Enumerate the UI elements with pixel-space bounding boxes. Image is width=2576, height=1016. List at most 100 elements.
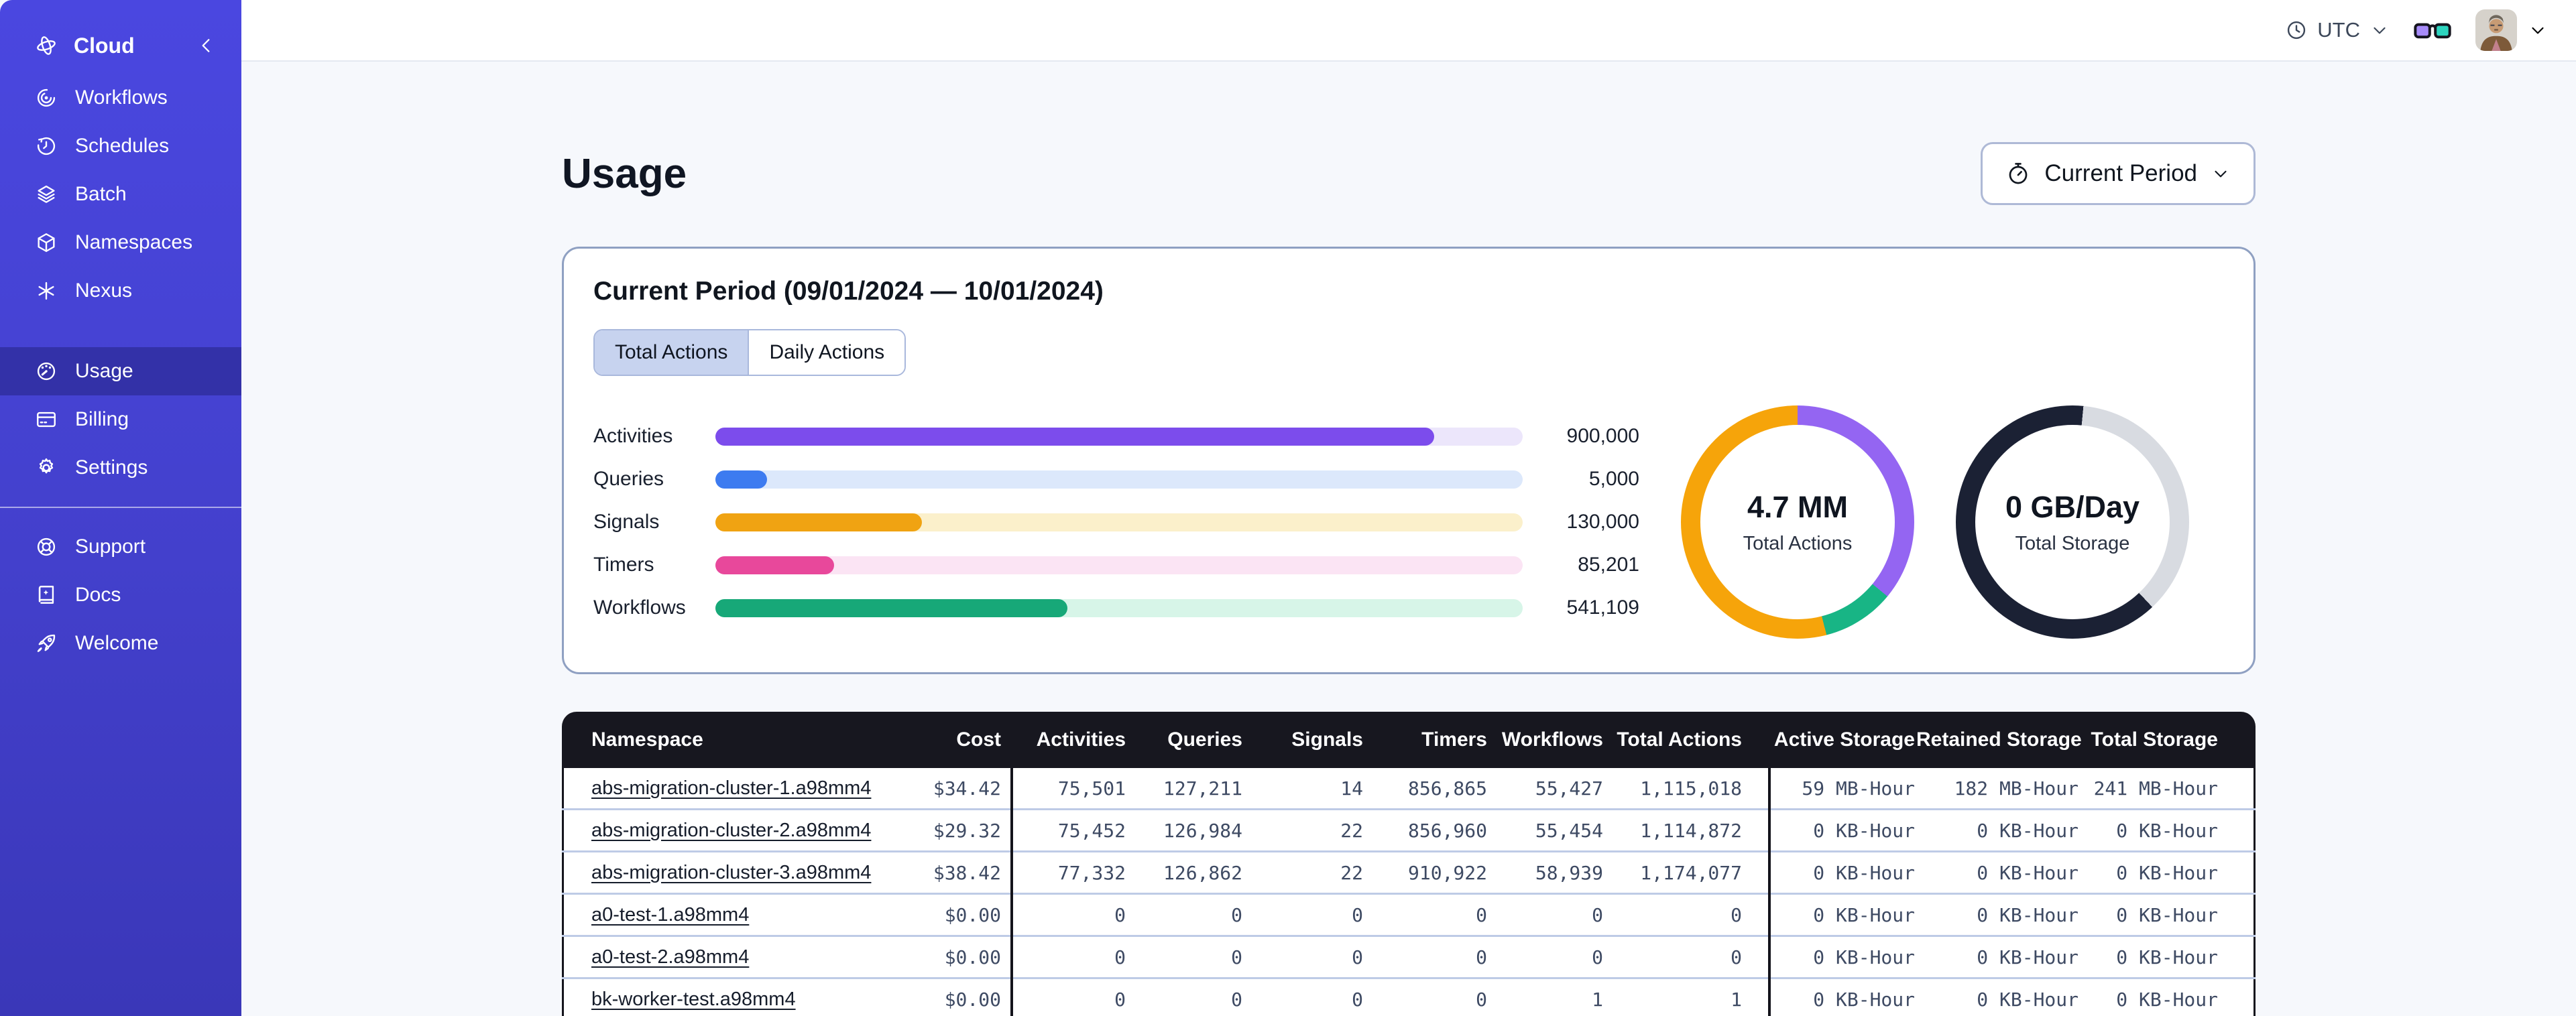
sidebar-item-usage[interactable]: Usage	[0, 347, 241, 395]
bar-fill	[715, 598, 1067, 617]
donut-chart-total-storage: 0 GB/Day Total Storage	[1956, 405, 2189, 639]
batch-icon	[35, 183, 58, 206]
brand-label: Cloud	[74, 33, 135, 58]
sidebar-item-docs[interactable]: Docs	[0, 571, 241, 619]
value-cell: 0	[1231, 903, 1242, 926]
usage-chart: Activities 900,000 Queries 5,000 Signals 130,…	[593, 405, 2224, 639]
table-row: abs-migration-cluster-1.a98mm4 $34.42 75,5…	[562, 768, 2256, 810]
value-cell: 0	[1476, 946, 1487, 968]
sidebar-item-welcome[interactable]: Welcome	[0, 619, 241, 668]
sidebar-item-billing[interactable]: Billing	[0, 395, 241, 444]
value-cell: 0 KB-Hour	[1813, 819, 1915, 842]
glasses-icon[interactable]	[2414, 19, 2451, 42]
namespace-link[interactable]: abs-migration-cluster-2.a98mm4	[591, 820, 871, 841]
bar-track	[715, 470, 1523, 489]
table-header: Namespace Cost Activities Queries Signals Tim…	[562, 712, 2256, 768]
chevron-down-icon	[2528, 20, 2548, 40]
schedules-icon	[35, 135, 58, 157]
sidebar-item-nexus[interactable]: Nexus	[0, 267, 241, 315]
value-cell: 0 KB-Hour	[1813, 861, 1915, 884]
namespace-link[interactable]: bk-worker-test.a98mm4	[591, 989, 796, 1010]
sidebar-item-settings[interactable]: Settings	[0, 444, 241, 492]
account-menu[interactable]	[2475, 9, 2548, 51]
donut-chart-total-actions: 4.7 MM Total Actions	[1681, 405, 1914, 639]
value-cell: 77,332	[1057, 861, 1126, 884]
value-cell: 1,114,872	[1640, 819, 1742, 842]
value-cell: 241 MB-Hour	[2093, 777, 2218, 800]
usage-bar-chart: Activities 900,000 Queries 5,000 Signals 130,…	[593, 415, 1639, 629]
cloud-brand[interactable]: Cloud	[0, 17, 241, 74]
table-row: bk-worker-test.a98mm4 $0.00 0 0 0 0 1 1 0 KB-Hou…	[562, 979, 2256, 1016]
bar-row-activities: Activities 900,000	[593, 415, 1639, 458]
namespace-cell: abs-migration-cluster-2.a98mm4	[562, 820, 924, 842]
value-cell: 856,865	[1407, 777, 1487, 800]
column-header-total-actions: Total Actions	[1617, 728, 1742, 751]
sidebar-item-batch[interactable]: Batch	[0, 170, 241, 218]
value-cell: 0	[1476, 988, 1487, 1011]
namespace-link[interactable]: a0-test-1.a98mm4	[591, 904, 749, 926]
namespace-cell: abs-migration-cluster-1.a98mm4	[562, 777, 924, 800]
value-cell: 55,454	[1535, 819, 1603, 842]
column-header-active-storage: Active Storage	[1773, 728, 1915, 751]
bar-fill	[715, 470, 768, 489]
timezone-selector[interactable]: UTC	[2285, 18, 2390, 42]
namespace-link[interactable]: abs-migration-cluster-3.a98mm4	[591, 862, 871, 883]
column-header-cost: Cost	[956, 728, 1001, 751]
sidebar-collapse-button[interactable]	[196, 35, 217, 56]
namespace-cell: a0-test-1.a98mm4	[562, 904, 924, 926]
welcome-icon	[35, 632, 58, 655]
user-avatar[interactable]	[2475, 9, 2517, 51]
tab-daily-actions[interactable]: Daily Actions	[749, 330, 905, 375]
card-title: Current Period (09/01/2024 — 10/01/2024)	[593, 277, 1104, 306]
namespace-usage-table: Namespace Cost Activities Queries Signals Tim…	[562, 712, 2256, 1016]
value-cell: 75,452	[1057, 819, 1126, 842]
bar-value: 900,000	[1566, 425, 1639, 447]
value-cell: 0 KB-Hour	[1977, 946, 2079, 968]
period-selector-button[interactable]: Current Period	[1981, 142, 2256, 205]
value-cell: 0 KB-Hour	[2116, 861, 2218, 884]
value-cell: 0	[1592, 903, 1603, 926]
sidebar-item-label: Schedules	[75, 135, 170, 157]
sidebar: Cloud Workflows Schedules Batch Namespaces N…	[0, 0, 241, 1016]
namespace-link[interactable]: abs-migration-cluster-1.a98mm4	[591, 777, 871, 799]
column-header-workflows: Workflows	[1501, 728, 1603, 751]
value-cell: 0	[1114, 946, 1126, 968]
bar-track	[715, 513, 1523, 531]
column-header-retained-storage: Retained Storage	[1916, 728, 2082, 751]
value-cell: 0 KB-Hour	[1977, 903, 2079, 926]
workflows-icon	[35, 86, 58, 109]
sidebar-item-schedules[interactable]: Schedules	[0, 122, 241, 170]
sidebar-item-workflows[interactable]: Workflows	[0, 74, 241, 122]
value-cell: 0	[1476, 903, 1487, 926]
donut-center: 0 GB/Day Total Storage	[1975, 425, 2170, 619]
value-cell: 75,501	[1057, 777, 1126, 800]
usage-icon	[35, 360, 58, 383]
value-cell: 856,960	[1407, 819, 1487, 842]
bar-fill	[715, 556, 834, 574]
cloud-logo-icon	[35, 34, 58, 57]
page-title: Usage	[562, 150, 687, 197]
sidebar-item-label: Usage	[75, 360, 133, 382]
tab-total-actions[interactable]: Total Actions	[595, 330, 750, 375]
namespace-link[interactable]: a0-test-2.a98mm4	[591, 946, 749, 968]
usage-card: Current Period (09/01/2024 — 10/01/2024)…	[562, 247, 2256, 674]
value-cell: 0 KB-Hour	[2116, 819, 2218, 842]
value-cell: 0 KB-Hour	[1813, 946, 1915, 968]
sidebar-item-label: Support	[75, 535, 146, 558]
settings-icon	[35, 456, 58, 479]
value-cell: 22	[1340, 819, 1363, 842]
value-cell: $38.42	[933, 861, 1001, 884]
sidebar-divider	[0, 507, 241, 508]
column-header-activities: Activities	[1036, 728, 1126, 751]
docs-icon	[35, 584, 58, 607]
value-cell: 0 KB-Hour	[1977, 988, 2079, 1011]
value-cell: 0	[1114, 988, 1126, 1011]
value-cell: 0	[1731, 946, 1742, 968]
billing-icon	[35, 408, 58, 431]
value-cell: $0.00	[944, 988, 1001, 1011]
sidebar-item-support[interactable]: Support	[0, 523, 241, 571]
value-cell: $29.32	[933, 819, 1001, 842]
sidebar-item-namespaces[interactable]: Namespaces	[0, 218, 241, 267]
value-cell: 0	[1352, 988, 1363, 1011]
value-cell: 1	[1731, 988, 1742, 1011]
